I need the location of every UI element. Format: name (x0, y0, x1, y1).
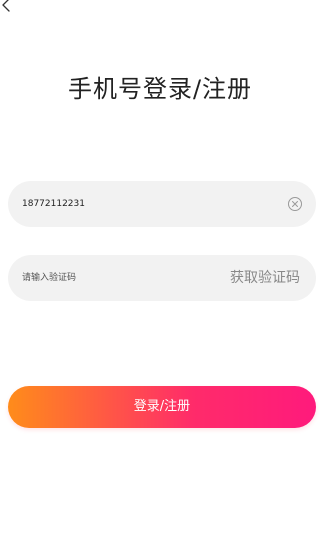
chevron-left-icon (0, 0, 14, 13)
verification-code-input[interactable] (22, 255, 212, 301)
phone-input[interactable] (22, 181, 272, 227)
clear-icon[interactable] (287, 196, 303, 212)
code-field: 获取验证码 (8, 255, 316, 301)
phone-field (8, 181, 316, 227)
get-code-button[interactable]: 获取验证码 (230, 255, 300, 301)
page-title: 手机号登录/注册 (67, 75, 253, 103)
login-register-button[interactable]: 登录/注册 (8, 386, 316, 428)
back-button[interactable] (0, 0, 14, 13)
